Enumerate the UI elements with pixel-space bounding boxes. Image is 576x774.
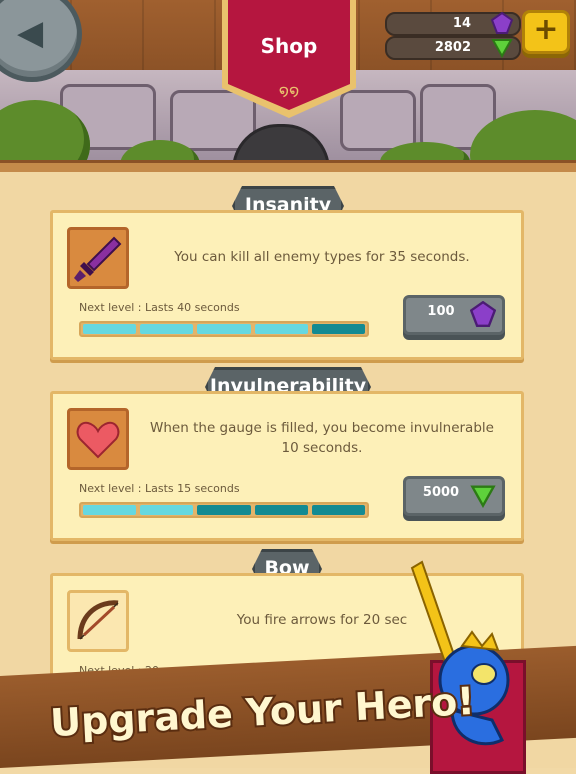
svg-text:໑໑: ໑໑	[279, 81, 300, 100]
coins-counter: 2802	[385, 36, 521, 60]
upgrade-description: When the gauge is filled, you become inv…	[150, 420, 494, 456]
next-level-text: Next level : Lasts 15 seconds	[79, 482, 240, 495]
title-banner: ໑໑ Shop	[218, 0, 360, 118]
heart-icon	[76, 421, 120, 459]
gems-counter: 14	[385, 12, 521, 36]
price-value: 100	[427, 304, 455, 319]
sword-icon	[74, 236, 122, 282]
upgrade-progress-bar	[79, 321, 369, 337]
upgrade-description: You can kill all enemy types for 35 seco…	[174, 249, 470, 265]
upgrade-card-insanity: You can kill all enemy types for 35 seco…	[50, 210, 524, 360]
upgrade-card-invulnerability: When the gauge is filled, you become inv…	[50, 391, 524, 541]
green-gem-icon	[491, 39, 513, 58]
purple-gem-icon	[470, 301, 496, 327]
upgrade-icon-box	[67, 227, 129, 289]
buy-insanity-button[interactable]: 100	[403, 295, 505, 335]
back-arrow-icon: ◀	[17, 13, 44, 53]
add-currency-button[interactable]: +	[522, 10, 570, 54]
page-title: Shop	[260, 34, 318, 58]
coins-count: 2802	[434, 40, 471, 55]
gems-count: 14	[452, 16, 471, 31]
bow-icon	[77, 600, 119, 640]
green-gem-icon	[470, 485, 496, 508]
purple-gem-icon	[491, 12, 513, 34]
upgrade-progress-bar	[79, 502, 369, 518]
price-value: 5000	[422, 485, 460, 500]
next-level-text: Next level : Lasts 40 seconds	[79, 301, 240, 314]
upgrade-icon-box	[67, 408, 129, 470]
hero-character	[410, 560, 510, 746]
buy-invulnerability-button[interactable]: 5000	[403, 476, 505, 516]
upgrade-icon-box	[67, 590, 129, 652]
